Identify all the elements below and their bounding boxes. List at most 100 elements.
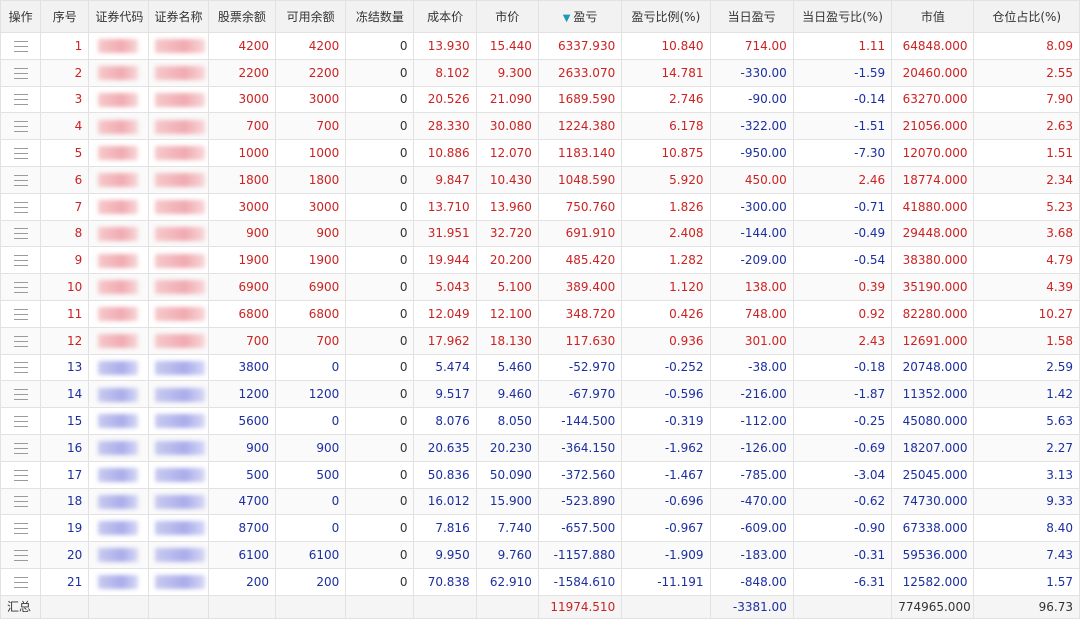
menu-icon[interactable] — [13, 255, 28, 267]
row-position-pct: 8.09 — [973, 32, 1080, 60]
row-name-redacted — [147, 326, 209, 355]
menu-icon[interactable] — [13, 121, 28, 133]
menu-icon[interactable] — [13, 40, 28, 52]
table-row[interactable]: 13 3800 0 0 5.474 5.460 -52.970 -0.252 -38.00 -0.… — [0, 353, 1080, 382]
col-header-action[interactable]: 操作 — [0, 0, 42, 33]
table-row[interactable]: 17 500 500 0 50.836 50.090 -372.560 -1.467 -785.… — [0, 460, 1080, 489]
summary-empty-cell — [207, 594, 276, 619]
menu-icon[interactable] — [13, 576, 28, 588]
table-row[interactable]: 4 700 700 0 28.330 30.080 1224.380 6.178 -322.00… — [0, 112, 1080, 141]
col-header-position-pct[interactable]: 仓位占比(%) — [973, 0, 1080, 33]
col-header-price[interactable]: 市价 — [475, 0, 539, 33]
row-action-cell[interactable] — [0, 407, 42, 435]
table-row[interactable]: 14 1200 1200 0 9.517 9.460 -67.970 -0.596 -216.0… — [0, 380, 1080, 409]
col-header-balance[interactable]: 股票余额 — [207, 0, 276, 33]
menu-icon[interactable] — [13, 228, 28, 240]
table-row[interactable]: 7 3000 3000 0 13.710 13.960 750.760 1.826 -300.0… — [0, 192, 1080, 221]
row-action-cell[interactable] — [0, 433, 42, 462]
table-row[interactable]: 6 1800 1800 0 9.847 10.430 1048.590 5.920 450.00… — [0, 165, 1080, 194]
row-action-cell[interactable] — [0, 299, 42, 328]
row-action-cell[interactable] — [0, 460, 42, 489]
col-header-day-pnl-pct[interactable]: 当日盈亏比(%) — [792, 0, 893, 33]
row-action-cell[interactable] — [0, 219, 42, 248]
menu-icon[interactable] — [13, 362, 28, 374]
menu-icon[interactable] — [13, 416, 28, 428]
redacted-name-block — [154, 414, 205, 429]
table-row[interactable]: 2 2200 2200 0 8.102 9.300 2633.070 14.781 -330.0… — [0, 58, 1080, 87]
row-day-pnl: -848.00 — [709, 567, 794, 596]
menu-icon[interactable] — [13, 389, 28, 401]
table-row[interactable]: 9 1900 1900 0 19.944 20.200 485.420 1.282 -209.0… — [0, 246, 1080, 275]
menu-icon[interactable] — [13, 442, 28, 454]
table-row[interactable]: 8 900 900 0 31.951 32.720 691.910 2.408 -144.00-… — [0, 219, 1080, 248]
table-row[interactable]: 18 4700 0 0 16.012 15.900 -523.890 -0.696 -470.0… — [0, 487, 1080, 516]
table-row[interactable]: 15 5600 0 0 8.076 8.050 -144.500 -0.319 -112.00-… — [0, 407, 1080, 435]
table-row[interactable]: 11 6800 6800 0 12.049 12.100 348.720 0.426 748.0… — [0, 299, 1080, 328]
row-action-cell[interactable] — [0, 58, 42, 87]
redacted-name-block — [154, 387, 205, 402]
table-row[interactable]: 12 700 700 0 17.962 18.130 117.630 0.936 301.00 2… — [0, 326, 1080, 355]
row-code-redacted — [88, 219, 149, 248]
row-action-cell[interactable] — [0, 380, 42, 409]
row-action-cell[interactable] — [0, 326, 42, 355]
row-price: 7.740 — [475, 514, 539, 543]
row-price: 9.460 — [475, 380, 539, 409]
row-available: 0 — [274, 487, 347, 516]
col-header-pnl-pct[interactable]: 盈亏比例(%) — [621, 0, 711, 33]
table-row[interactable]: 20 6100 6100 0 9.950 9.760 -1157.880 -1.909 -183… — [0, 541, 1080, 569]
menu-icon[interactable] — [13, 94, 28, 106]
col-header-available[interactable]: 可用余额 — [274, 0, 347, 33]
table-row[interactable]: 1 4200 4200 0 13.930 15.440 6337.930 10.840 714.… — [0, 32, 1080, 60]
row-action-cell[interactable] — [0, 139, 42, 167]
col-header-seq[interactable]: 序号 — [40, 0, 90, 33]
redacted-code-block — [98, 333, 139, 348]
table-row[interactable]: 19 8700 0 0 7.816 7.740 -657.500 -0.967 -609.00-… — [0, 514, 1080, 543]
menu-icon[interactable] — [13, 335, 28, 347]
row-code-redacted — [88, 541, 149, 569]
row-position-pct: 4.39 — [973, 273, 1080, 301]
col-header-day-pnl[interactable]: 当日盈亏 — [709, 0, 794, 33]
menu-icon[interactable] — [13, 496, 28, 508]
row-action-cell[interactable] — [0, 246, 42, 275]
row-action-cell[interactable] — [0, 165, 42, 194]
col-header-frozen[interactable]: 冻结数量 — [345, 0, 415, 33]
menu-icon[interactable] — [13, 308, 28, 320]
row-action-cell[interactable] — [0, 85, 42, 114]
row-action-cell[interactable] — [0, 192, 42, 221]
menu-icon[interactable] — [13, 174, 28, 186]
row-action-cell[interactable] — [0, 541, 42, 569]
menu-icon[interactable] — [13, 67, 28, 79]
row-pnl-pct: 5.920 — [621, 165, 711, 194]
table-row[interactable]: 5 1000 1000 0 10.886 12.070 1183.140 10.875 -950… — [0, 139, 1080, 167]
col-header-cost[interactable]: 成本价 — [413, 0, 477, 33]
row-action-cell[interactable] — [0, 273, 42, 301]
row-action-cell[interactable] — [0, 514, 42, 543]
row-day-pnl-pct: -0.69 — [792, 433, 893, 462]
row-action-cell[interactable] — [0, 353, 42, 382]
table-row[interactable]: 10 6900 6900 0 5.043 5.100 389.400 1.120 138.00 0… — [0, 273, 1080, 301]
menu-icon[interactable] — [13, 148, 28, 160]
row-pnl: 389.400 — [537, 273, 623, 301]
col-header-pnl[interactable]: ▼ 盈亏 — [537, 0, 623, 33]
row-action-cell[interactable] — [0, 567, 42, 596]
row-available: 3000 — [274, 192, 347, 221]
table-row[interactable]: 16 900 900 0 20.635 20.230 -364.150 -1.962 -126.… — [0, 433, 1080, 462]
row-action-cell[interactable] — [0, 112, 42, 141]
menu-icon[interactable] — [13, 201, 28, 213]
row-action-cell[interactable] — [0, 32, 42, 60]
col-header-code[interactable]: 证券代码 — [88, 0, 149, 33]
redacted-code-block — [98, 360, 139, 375]
row-balance: 500 — [207, 460, 276, 489]
menu-icon[interactable] — [13, 550, 28, 562]
table-row[interactable]: 3 3000 3000 0 20.526 21.090 1689.590 2.746 -90.0… — [0, 85, 1080, 114]
row-price: 15.900 — [475, 487, 539, 516]
table-row[interactable]: 21 200 200 0 70.838 62.910 -1584.610 -11.191 -84… — [0, 567, 1080, 596]
menu-icon[interactable] — [13, 282, 28, 294]
row-available: 6900 — [274, 273, 347, 301]
row-name-redacted — [147, 273, 209, 301]
col-header-name[interactable]: 证券名称 — [147, 0, 209, 33]
col-header-market-value[interactable]: 市值 — [891, 0, 975, 33]
menu-icon[interactable] — [13, 469, 28, 481]
menu-icon[interactable] — [13, 523, 28, 535]
row-action-cell[interactable] — [0, 487, 42, 516]
